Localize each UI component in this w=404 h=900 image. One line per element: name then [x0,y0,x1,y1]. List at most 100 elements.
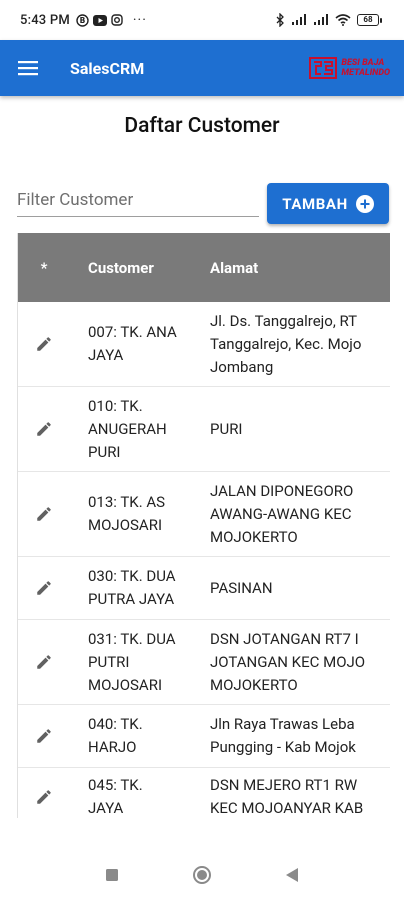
customer-cell: 031: TK. DUA PUTRI MOJOSARI [70,628,206,697]
hamburger-menu-icon [18,61,38,76]
address-text: DSN JOTANGAN RT7 I [210,629,359,648]
customer-cell: 045: TK. JAYA [70,774,206,818]
circle-icon [193,866,211,884]
customer-text: HARJO [88,738,137,756]
address-cell: DSN MEJERO RT1 RW KEC MOJOANYAR KAB [206,774,390,818]
edit-pencil-icon [37,422,51,436]
customer-text: 007: TK. ANA [88,323,177,341]
address-cell: PASINAN [206,577,390,600]
edit-button[interactable] [18,727,70,745]
table-row: 007: TK. ANA JAYA Jl. Ds. Tanggalrejo, RT T… [18,302,390,387]
customer-text: PURI [88,442,121,461]
header-star: * [40,258,48,277]
customer-text: MOJOSARI [88,516,163,534]
address-cell: DSN JOTANGAN RT7 I JOTANGAN KEC MOJO MOJOK… [206,628,390,697]
address-cell: Jln Raya Trawas Leba Pungging - Kab Mojok [206,713,390,759]
customer-text: 030: TK. DUA [88,567,176,585]
address-text: AWANG-AWANG KEC [210,504,352,523]
home-button[interactable] [157,865,247,885]
customer-text: 045: TK. [88,776,143,794]
menu-button[interactable] [0,40,56,96]
address-cell: JALAN DIPONEGORO AWANG-AWANG KEC MOJOKERTO [206,480,390,549]
square-icon [106,869,118,881]
customer-cell: 030: TK. DUA PUTRA JAYA [70,565,206,611]
address-text: JOTANGAN KEC MOJO [210,652,366,671]
customer-text: PUTRA JAYA [88,590,175,608]
header-customer: Customer [88,258,154,277]
youtube-icon [92,14,107,26]
customer-cell: 013: TK. AS MOJOSARI [70,491,206,537]
address-text: KEC MOJOANYAR KAB [210,799,364,817]
address-text: Jombang [210,357,274,376]
back-triangle-icon [286,868,298,882]
app-title: SalesCRM [70,58,145,78]
signal-icon [292,14,306,25]
logo-line-1: BESI BAJA [341,58,385,68]
status-bar: 5:43 PM B ··· 68 [0,0,404,40]
customer-text: MOJOSARI [88,675,163,694]
address-text: MOJOKERTO [210,675,298,694]
wifi-icon [335,14,351,26]
filter-customer-input[interactable] [17,186,259,214]
table-row: 013: TK. AS MOJOSARI JALAN DIPONEGORO AWANG… [18,472,390,557]
address-text: JALAN DIPONEGORO [210,481,354,500]
b-circle-icon: B [76,13,89,27]
logo-text: BESI BAJA METALINDO [341,58,390,78]
customer-text: 040: TK. [88,715,143,733]
customer-cell: 007: TK. ANA JAYA [70,321,206,367]
add-button-label: TAMBAH [282,194,348,213]
address-text: PURI [210,419,243,438]
edit-pencil-icon [37,581,51,595]
customer-text: ANUGERAH [88,419,167,438]
customer-text: PUTRI [88,652,130,671]
customer-text: 031: TK. DUA [88,629,176,648]
table-body: 007: TK. ANA JAYA Jl. Ds. Tanggalrejo, RT T… [18,302,390,818]
table-row: 010: TK. ANUGERAH PURI PURI [18,387,390,472]
address-text: Pungging - Kab Mojok [210,738,356,756]
page-title: Daftar Customer [124,114,280,138]
instagram-icon [111,14,123,26]
recent-apps-button[interactable] [67,868,157,882]
add-customer-button[interactable]: TAMBAH [267,183,389,224]
battery-icon: 68 [357,14,382,26]
address-text: MOJOKERTO [210,527,298,546]
filter-field [17,186,259,217]
table-row: 045: TK. JAYA DSN MEJERO RT1 RW KEC MOJOANY… [18,768,390,818]
signal-icon-2 [314,14,328,25]
edit-button[interactable] [18,579,70,597]
app-bar: SalesCRM BESI BAJA METALINDO [0,40,404,96]
edit-pencil-icon [37,507,51,521]
edit-pencil-icon [37,655,51,669]
table-row: 031: TK. DUA PUTRI MOJOSARI DSN JOTANGAN RT… [18,620,390,705]
add-circle-icon [355,194,374,213]
logo-mark-icon [309,57,338,79]
customer-table: * Customer Alamat 007: TK. ANA JAYA Jl. Ds… [17,233,390,818]
logo-line-2: METALINDO [341,68,390,78]
edit-pencil-icon [37,790,51,804]
customer-text: 010: TK. [88,396,143,415]
address-cell: PURI [206,418,390,441]
address-text: DSN MEJERO RT1 RW [210,776,358,794]
edit-button[interactable] [18,420,70,438]
customer-cell: 040: TK. HARJO [70,713,206,759]
table-header: * Customer Alamat [18,233,390,302]
system-nav-bar [0,850,404,900]
address-text: Jln Raya Trawas Leba [210,715,355,733]
customer-text: 013: TK. AS [88,493,166,511]
svg-text:B: B [80,16,86,25]
edit-button[interactable] [18,788,70,806]
battery-level: 68 [357,14,379,26]
edit-button[interactable] [18,335,70,353]
back-button[interactable] [247,867,337,883]
customer-cell: 010: TK. ANUGERAH PURI [70,395,206,464]
customer-text: JAYA [88,799,124,817]
customer-text: JAYA [88,346,124,364]
edit-pencil-icon [37,337,51,351]
edit-button[interactable] [18,505,70,523]
edit-button[interactable] [18,653,70,671]
address-text: PASINAN [210,578,273,597]
bluetooth-icon [276,13,284,27]
edit-pencil-icon [37,729,51,743]
address-text: Tanggalrejo, Kec. Mojo [210,334,362,353]
header-address: Alamat [210,258,259,277]
